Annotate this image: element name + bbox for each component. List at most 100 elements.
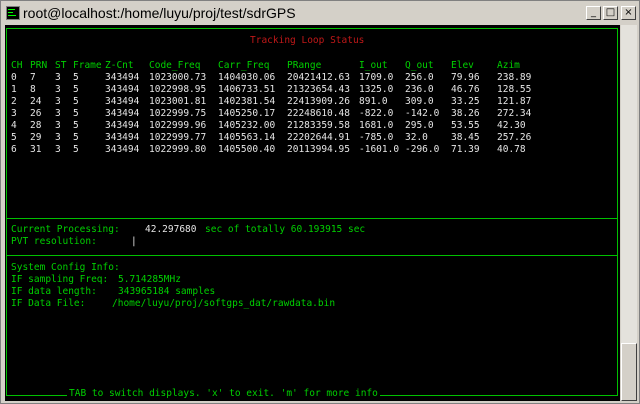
config-title: System Config Info:: [11, 262, 120, 273]
table-cell: 1: [11, 84, 17, 95]
table-cell: 1405232.00: [218, 120, 276, 131]
data-file-value: /home/luyu/proj/softgps_dat/rawdata.bin: [112, 298, 336, 309]
table-cell: 79.96: [451, 72, 480, 83]
column-header: I_out: [359, 60, 388, 71]
tracking-title: Tracking Loop Status: [250, 35, 365, 46]
table-cell: 1023000.73: [149, 72, 207, 83]
table-cell: 3: [55, 144, 61, 155]
pvt-resolution-label: PVT resolution:: [11, 236, 97, 247]
table-cell: 343494: [105, 96, 140, 107]
table-cell: 38.26: [451, 108, 480, 119]
table-cell: 3: [55, 84, 61, 95]
terminal-app-icon: [6, 6, 20, 20]
table-cell: 343494: [105, 108, 140, 119]
terminal-screen[interactable]: Tracking Loop Status CH PRN ST Frame Z-Cnt Co…: [5, 25, 620, 401]
table-cell: 343494: [105, 120, 140, 131]
terminal-scrollbar[interactable]: [621, 25, 637, 401]
table-cell: 1709.0: [359, 72, 394, 83]
table-cell: 343494: [105, 84, 140, 95]
table-cell: 71.39: [451, 144, 480, 155]
table-row: 0 7 3 5 343494 1023000.73 1404030.06 20421412.6…: [11, 72, 537, 84]
window-title: root@localhost:/home/luyu/proj/test/sdrG…: [23, 5, 296, 21]
table-cell: 1405563.14: [218, 132, 276, 143]
table-cell: 22248610.48: [287, 108, 350, 119]
table-cell: 4: [11, 120, 17, 131]
table-row: 4 28 3 5 343494 1022999.96 1405232.00 21283359.…: [11, 120, 537, 132]
table-cell: 33.25: [451, 96, 480, 107]
table-cell: 121.87: [497, 96, 532, 107]
data-length-label: IF data length:: [11, 286, 97, 297]
current-processing-value: 42.297680: [145, 224, 197, 235]
table-cell: 20421412.63: [287, 72, 350, 83]
table-cell: 891.0: [359, 96, 388, 107]
table-cell: 272.34: [497, 108, 532, 119]
table-cell: 3: [55, 96, 61, 107]
column-header: Code_Freq: [149, 60, 201, 71]
table-row: 2 24 3 5 343494 1023001.81 1402381.54 22413909.…: [11, 96, 537, 108]
table-cell: 42.30: [497, 120, 526, 131]
table-cell: 32.0: [405, 132, 428, 143]
table-cell: -142.0: [405, 108, 440, 119]
table-cell: 1022999.96: [149, 120, 207, 131]
table-row: 1 8 3 5 343494 1022998.95 1406733.51 21323654.4…: [11, 84, 537, 96]
column-header: PRN: [30, 60, 48, 71]
table-row: 6 31 3 5 343494 1022999.80 1405500.40 20113994.…: [11, 144, 537, 156]
table-cell: 5: [11, 132, 17, 143]
tracking-table: CH PRN ST Frame Z-Cnt Code_Freq Carr_Freq PRang…: [11, 60, 537, 156]
footer-help-text: TAB to switch displays. 'x' to exit. 'm'…: [67, 388, 380, 399]
table-cell: 5: [73, 108, 79, 119]
column-header: Frame: [73, 60, 102, 71]
sampling-freq-value: 5.714285MHz: [118, 274, 181, 285]
table-cell: 343494: [105, 72, 140, 83]
column-header: CH: [11, 60, 23, 71]
divider-config: [6, 255, 618, 256]
data-file-label: IF Data File:: [11, 298, 86, 309]
table-cell: -785.0: [359, 132, 394, 143]
table-cell: 1406733.51: [218, 84, 276, 95]
table-cell: 0: [11, 72, 17, 83]
table-cell: 1405250.17: [218, 108, 276, 119]
table-cell: 6: [11, 144, 17, 155]
table-cell: 40.78: [497, 144, 526, 155]
table-cell: 8: [30, 84, 36, 95]
table-cell: -296.0: [405, 144, 440, 155]
table-cell: 5: [73, 144, 79, 155]
table-cell: 295.0: [405, 120, 434, 131]
table-cell: 3: [55, 72, 61, 83]
close-button[interactable]: ×: [621, 6, 636, 20]
table-cell: 7: [30, 72, 36, 83]
column-header: Q_out: [405, 60, 434, 71]
maximize-button[interactable]: □: [603, 6, 618, 20]
table-cell: 1022998.95: [149, 84, 207, 95]
table-cell: 31: [30, 144, 42, 155]
table-cell: 3: [55, 120, 61, 131]
table-cell: 21283359.58: [287, 120, 350, 131]
data-length-value: 343965184 samples: [118, 286, 216, 297]
current-processing-suffix: sec of totally 60.193915 sec: [205, 224, 366, 235]
scrollbar-thumb[interactable]: [621, 343, 637, 401]
table-cell: 309.0: [405, 96, 434, 107]
table-cell: 29: [30, 132, 42, 143]
table-cell: 2: [11, 96, 17, 107]
title-bar[interactable]: root@localhost:/home/luyu/proj/test/sdrG…: [3, 3, 637, 23]
pvt-resolution-value: |: [131, 236, 137, 247]
table-cell: 1402381.54: [218, 96, 276, 107]
table-cell: 256.0: [405, 72, 434, 83]
minimize-button[interactable]: _: [586, 6, 601, 20]
table-cell: 22202644.91: [287, 132, 350, 143]
table-cell: 343494: [105, 144, 140, 155]
table-cell: 3: [55, 132, 61, 143]
table-cell: -822.0: [359, 108, 394, 119]
table-cell: 257.26: [497, 132, 532, 143]
table-cell: 3: [55, 108, 61, 119]
table-cell: 343494: [105, 132, 140, 143]
column-header: ST: [55, 60, 67, 71]
table-cell: 3: [11, 108, 17, 119]
divider-processing: [6, 218, 618, 219]
table-cell: 238.89: [497, 72, 532, 83]
table-cell: 1325.0: [359, 84, 394, 95]
table-cell: 5: [73, 132, 79, 143]
table-cell: 22413909.26: [287, 96, 350, 107]
column-header: Carr_Freq: [218, 60, 270, 71]
table-row: 5 29 3 5 343494 1022999.77 1405563.14 22202644.…: [11, 132, 537, 144]
